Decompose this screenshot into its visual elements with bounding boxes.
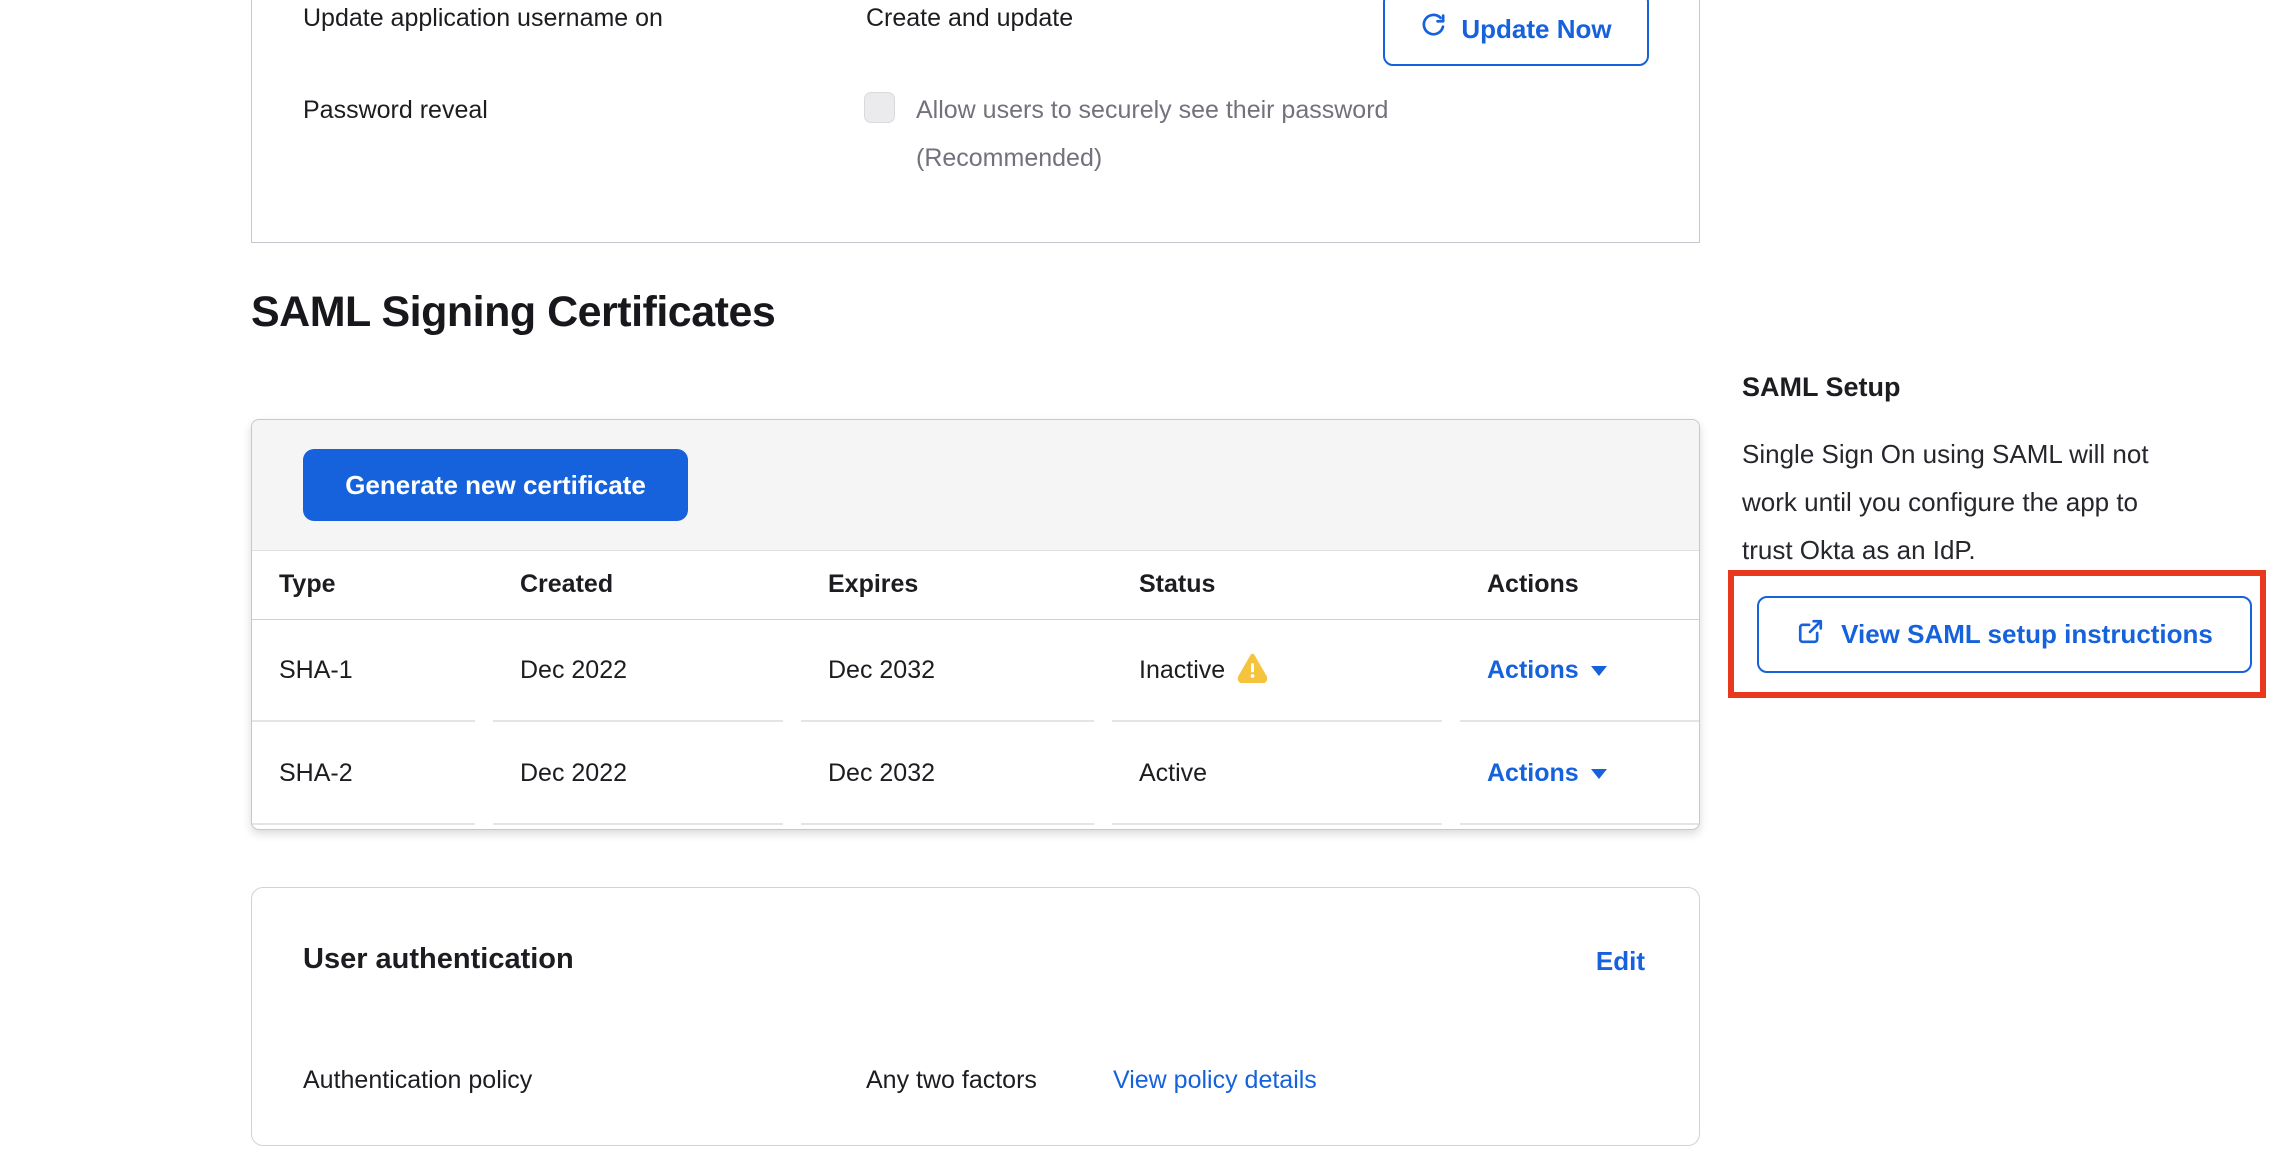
cert-expires: Dec 2032 (801, 619, 1112, 722)
password-reveal-description: Allow users to securely see their passwo… (916, 96, 1388, 125)
external-link-icon (1796, 617, 1825, 653)
generate-certificate-button[interactable]: Generate new certificate (303, 449, 688, 521)
cert-status: Inactive (1139, 656, 1225, 685)
update-now-button[interactable]: Update Now (1383, 0, 1649, 66)
column-header-actions: Actions (1460, 551, 1700, 619)
actions-label: Actions (1487, 759, 1579, 788)
column-header-type: Type (252, 551, 493, 619)
refresh-icon (1420, 12, 1447, 46)
cert-created: Dec 2022 (493, 619, 801, 722)
password-reveal-label: Password reveal (303, 96, 488, 125)
description-line: Single Sign On using SAML will not (1742, 430, 2149, 478)
table-header-row: Type Created Expires Status Actions (252, 551, 1700, 619)
cert-type: SHA-1 (252, 619, 493, 722)
column-header-expires: Expires (801, 551, 1112, 619)
view-saml-instructions-label: View SAML setup instructions (1841, 619, 2213, 650)
column-header-status: Status (1112, 551, 1460, 619)
authentication-policy-label: Authentication policy (303, 1066, 532, 1095)
certificates-toolbar: Generate new certificate (252, 420, 1699, 551)
actions-dropdown[interactable]: Actions (1487, 656, 1607, 685)
cert-type: SHA-2 (252, 722, 493, 825)
cert-status-cell: Inactive (1112, 619, 1460, 722)
saml-setup-description: Single Sign On using SAML will not work … (1742, 430, 2149, 574)
column-header-created: Created (493, 551, 801, 619)
saml-setup-heading: SAML Setup (1742, 372, 1901, 403)
cert-status-cell: Active (1112, 722, 1460, 825)
username-update-label: Update application username on (303, 4, 663, 33)
description-line: work until you configure the app to (1742, 478, 2149, 526)
table-row: SHA-1 Dec 2022 Dec 2032 Inactive (252, 619, 1700, 722)
password-reveal-checkbox[interactable] (864, 92, 895, 123)
password-reveal-recommended: (Recommended) (916, 144, 1102, 173)
actions-dropdown[interactable]: Actions (1487, 759, 1607, 788)
certificates-table: Type Created Expires Status Actions SHA-… (252, 551, 1700, 825)
cert-status: Active (1139, 759, 1207, 788)
update-now-label: Update Now (1461, 14, 1611, 45)
cert-actions-cell: Actions (1460, 722, 1700, 825)
edit-link[interactable]: Edit (1596, 946, 1645, 977)
provisioning-card: Update application username on Create an… (251, 0, 1700, 243)
user-authentication-heading: User authentication (303, 943, 574, 976)
username-update-value: Create and update (866, 4, 1073, 33)
warning-icon (1237, 652, 1268, 690)
authentication-policy-value: Any two factors (866, 1066, 1037, 1095)
view-policy-details-link[interactable]: View policy details (1113, 1066, 1317, 1095)
certificates-card: Generate new certificate Type Created Ex… (251, 419, 1700, 830)
view-saml-instructions-button[interactable]: View SAML setup instructions (1757, 596, 2252, 673)
caret-down-icon (1591, 666, 1607, 676)
caret-down-icon (1591, 769, 1607, 779)
description-line: trust Okta as an IdP. (1742, 526, 2149, 574)
cert-actions-cell: Actions (1460, 619, 1700, 722)
cert-expires: Dec 2032 (801, 722, 1112, 825)
table-row: SHA-2 Dec 2022 Dec 2032 Active Actions (252, 722, 1700, 825)
saml-certificates-heading: SAML Signing Certificates (251, 288, 775, 337)
user-authentication-card: User authentication Edit Authentication … (251, 887, 1700, 1146)
actions-label: Actions (1487, 656, 1579, 685)
cert-created: Dec 2022 (493, 722, 801, 825)
